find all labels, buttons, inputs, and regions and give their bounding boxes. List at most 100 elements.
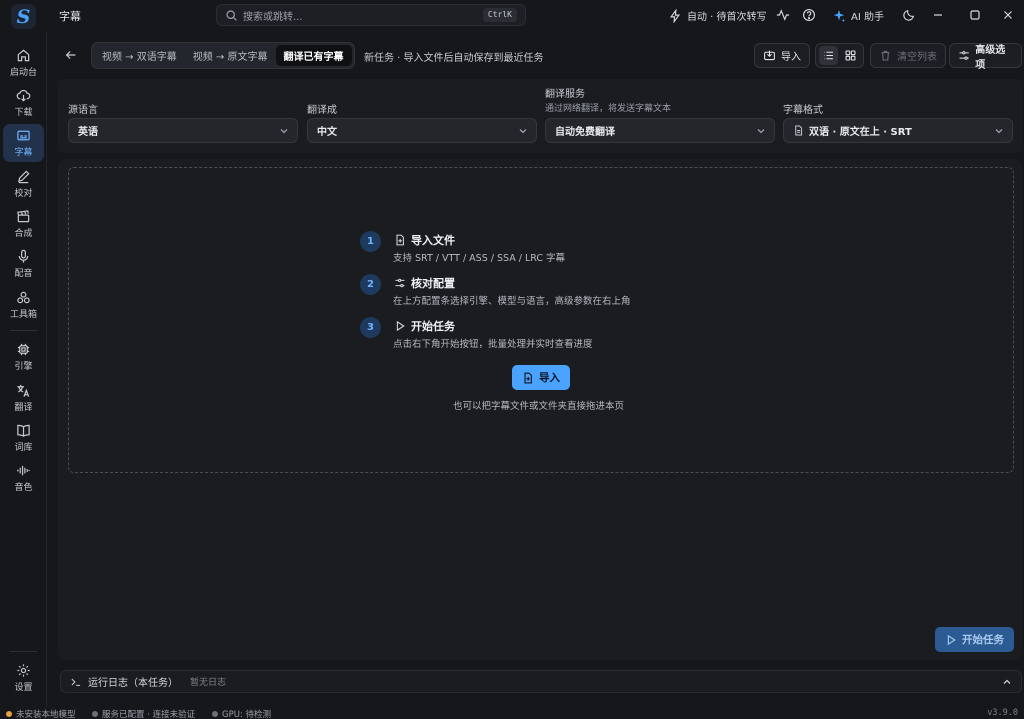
sidebar-item-subtitles[interactable]: 字幕 xyxy=(3,124,44,162)
translate-icon xyxy=(17,384,30,397)
subtitle-format-value: 双语 · 原文在上 · SRT xyxy=(809,127,912,138)
close-icon[interactable] xyxy=(1001,8,1015,22)
advanced-options-button[interactable]: 高级选项 xyxy=(949,43,1022,71)
sidebar-divider xyxy=(10,651,37,652)
clear-list-button[interactable]: 清空列表 xyxy=(870,43,946,68)
sidebar-item-translate[interactable]: 翻译 xyxy=(3,379,44,417)
start-task-label: 开始任务 xyxy=(962,634,1004,646)
back-arrow-icon[interactable] xyxy=(64,48,78,62)
step-number: 3 xyxy=(360,317,381,338)
log-panel-toggle[interactable]: 运行日志（本任务） 暂无日志 xyxy=(60,670,1022,693)
list-icon xyxy=(824,51,833,60)
sidebar-item-label: 校对 xyxy=(14,189,33,199)
waveform-icon xyxy=(17,465,30,476)
sidebar-item-label: 工具箱 xyxy=(9,310,37,320)
tab-video-original[interactable]: 视频 → 原文字幕 xyxy=(185,45,276,66)
sidebar-item-launchpad[interactable]: 启动台 xyxy=(3,44,44,82)
dropzone-import-button[interactable]: 导入 xyxy=(512,365,570,390)
task-hint: 新任务 · 导入文件后自动保存到最近任务 xyxy=(364,53,544,64)
main-panel: 视频 → 双语字幕 视频 → 原文字幕 翻译已有字幕 新任务 · 导入文件后自动… xyxy=(58,38,1022,665)
step-description: 点击右下角开始按钮，批量处理并实时查看进度 xyxy=(393,339,593,350)
drop-zone[interactable]: 1 导入文件 支持 SRT / VTT / ASS / SSA / LRC 字幕… xyxy=(68,167,1014,473)
step-description: 在上方配置条选择引擎、模型与语言，高级参数在右上角 xyxy=(393,296,631,307)
step-title: 核对配置 xyxy=(394,275,455,291)
app-logo: S xyxy=(11,4,36,29)
tab-translate-existing[interactable]: 翻译已有字幕 xyxy=(275,45,352,66)
list-view-button[interactable] xyxy=(819,46,838,65)
import-button-label: 导入 xyxy=(781,52,801,63)
sidebar-item-engine[interactable]: 引擎 xyxy=(3,338,44,376)
step-number: 1 xyxy=(360,231,381,252)
ai-assistant-button[interactable]: AI 助手 xyxy=(832,8,884,23)
sidebar-item-dubbing[interactable]: 配音 xyxy=(3,245,44,283)
play-icon xyxy=(947,634,956,645)
sidebar-item-label: 词库 xyxy=(14,443,33,453)
maximize-icon[interactable] xyxy=(968,8,982,22)
gpu-status-text: GPU: 待检测 xyxy=(222,710,271,719)
translation-service-label: 翻译服务 xyxy=(545,89,585,100)
warning-dot xyxy=(6,711,12,717)
sidebar-item-compose[interactable]: 合成 xyxy=(3,205,44,243)
file-plus-icon xyxy=(524,372,532,383)
sidebar-item-label: 引擎 xyxy=(14,362,33,372)
cloud-download-icon xyxy=(16,89,31,102)
model-status[interactable]: 未安装本地模型 xyxy=(6,708,76,719)
file-plus-icon xyxy=(396,234,404,246)
sidebar-item-toolbox[interactable]: 工具箱 xyxy=(3,286,44,324)
model-status-text: 未安装本地模型 xyxy=(16,710,76,719)
moon-icon[interactable] xyxy=(902,8,916,22)
sidebar-item-voice[interactable]: 音色 xyxy=(3,459,44,497)
sidebar-item-proofread[interactable]: 校对 xyxy=(3,165,44,203)
service-status-text: 服务已配置 · 连接未验证 xyxy=(102,710,196,719)
auto-status[interactable]: 自动 · 待首次转写 xyxy=(668,8,767,23)
title-bar: S 字幕 搜索或跳转... CtrlK 自动 · 待首次转写 AI 助手 xyxy=(0,0,1024,31)
advanced-options-label: 高级选项 xyxy=(975,44,1006,71)
step-title-text: 核对配置 xyxy=(411,277,455,290)
search-input[interactable]: 搜索或跳转... CtrlK xyxy=(216,4,526,26)
lightning-icon xyxy=(669,8,681,23)
chip-icon xyxy=(17,343,30,356)
subtitle-icon xyxy=(17,130,30,141)
terminal-icon xyxy=(71,678,81,686)
chevron-up-icon xyxy=(1003,679,1011,684)
sidebar-item-download[interactable]: 下载 xyxy=(3,84,44,122)
grid-icon xyxy=(845,50,856,61)
target-language-label: 翻译成 xyxy=(307,105,337,116)
import-button[interactable]: 导入 xyxy=(754,43,810,68)
gear-icon xyxy=(17,664,30,677)
sidebar: 启动台 下载 字幕 校对 合成 配音 工具箱 引擎 翻译 词库 音色 设置 xyxy=(0,31,47,707)
status-dot xyxy=(92,711,98,717)
sidebar-divider xyxy=(10,330,37,331)
sidebar-item-label: 启动台 xyxy=(9,68,37,78)
home-icon xyxy=(17,49,30,62)
status-dot xyxy=(212,711,218,717)
sidebar-item-label: 下载 xyxy=(14,108,33,118)
activity-icon[interactable] xyxy=(776,8,790,22)
gpu-status[interactable]: GPU: 待检测 xyxy=(212,708,271,719)
dropzone-import-label: 导入 xyxy=(539,372,560,384)
target-language-select[interactable]: 中文 xyxy=(307,118,537,143)
help-icon[interactable] xyxy=(802,8,816,22)
step-description: 支持 SRT / VTT / ASS / SSA / LRC 字幕 xyxy=(393,253,566,264)
service-status[interactable]: 服务已配置 · 连接未验证 xyxy=(92,708,195,719)
minimize-icon[interactable] xyxy=(931,8,945,22)
start-task-button[interactable]: 开始任务 xyxy=(935,627,1014,652)
chevron-down-icon xyxy=(995,129,1003,134)
step-title-text: 导入文件 xyxy=(411,234,455,247)
subtitle-format-select[interactable]: 双语 · 原文在上 · SRT xyxy=(783,118,1013,143)
sidebar-item-settings[interactable]: 设置 xyxy=(3,659,44,697)
tab-video-bilingual[interactable]: 视频 → 双语字幕 xyxy=(94,45,185,66)
target-language-value: 中文 xyxy=(317,127,337,138)
sidebar-item-label: 设置 xyxy=(14,683,33,693)
source-language-select[interactable]: 英语 xyxy=(68,118,298,143)
log-empty-state: 暂无日志 xyxy=(190,678,227,688)
translation-service-value: 自动免费翻译 xyxy=(555,127,615,138)
play-icon xyxy=(396,320,405,332)
translation-service-note: 通过网络翻译，将发送字幕文本 xyxy=(545,104,672,114)
book-icon xyxy=(17,424,30,437)
translation-service-select[interactable]: 自动免费翻译 xyxy=(545,118,775,143)
drop-hint: 也可以把字幕文件或文件夹直接拖进本页 xyxy=(453,401,625,412)
sidebar-item-glossary[interactable]: 词库 xyxy=(3,419,44,457)
app-title: 字幕 xyxy=(59,10,81,23)
grid-view-button[interactable] xyxy=(841,46,860,65)
